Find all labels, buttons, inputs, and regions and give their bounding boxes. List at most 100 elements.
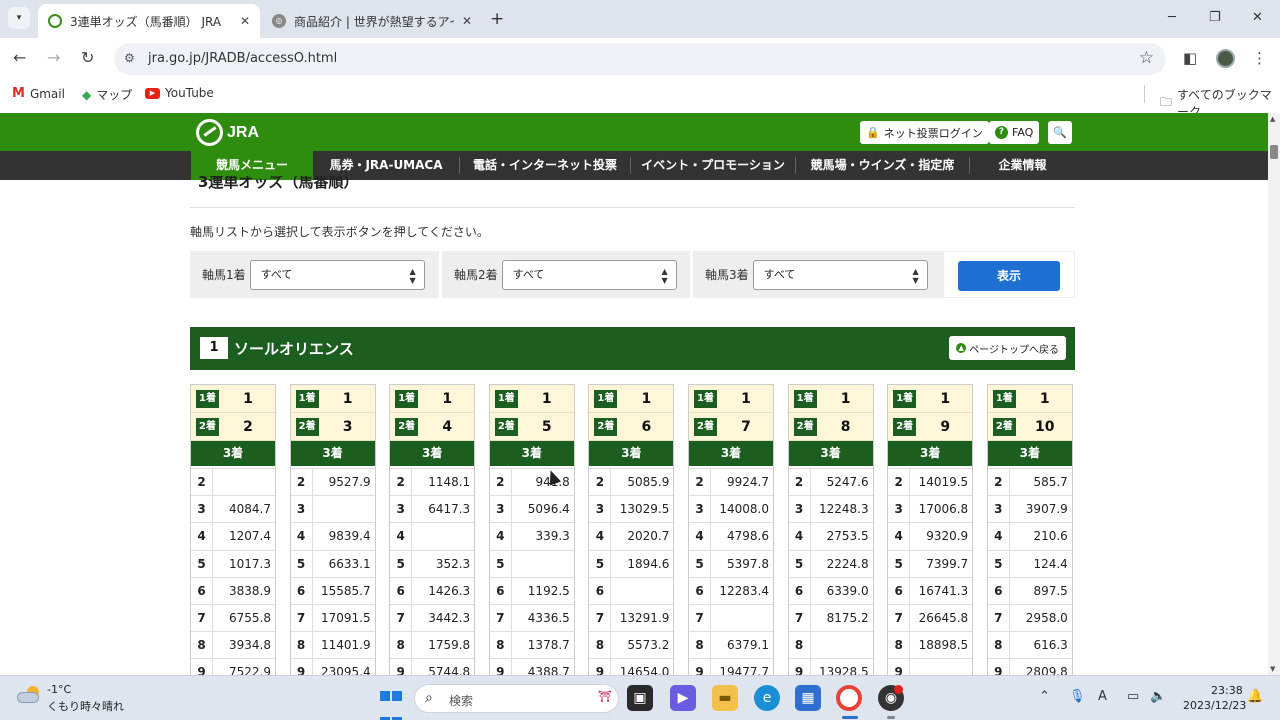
odds-value: 6755.8 xyxy=(229,610,271,625)
close-icon[interactable]: ✕ xyxy=(462,14,472,28)
edge-icon[interactable]: e xyxy=(754,685,780,711)
bookmark-gmail[interactable]: M Gmail xyxy=(12,86,65,101)
site-favicon-icon: ◎ xyxy=(272,14,286,28)
reload-icon[interactable]: ↻ xyxy=(81,48,94,67)
third-place-header: 3着 xyxy=(589,441,674,466)
table-row: 6 12283.4 xyxy=(689,576,773,604)
nav-item-event[interactable]: イベント・プロモーション xyxy=(631,151,795,180)
third-horse-number: 3 xyxy=(291,496,313,523)
table-row: 6 16741.3 xyxy=(888,576,973,604)
odds-table: 1着 1 2着 8 3着 2 5247.6 3 12248.3 4 2753.5 5 2224.8 6 63… xyxy=(787,384,874,675)
store-icon[interactable]: ▦ xyxy=(795,685,821,711)
page-top-button[interactable]: ▲ ページトップへ戻る xyxy=(949,336,1066,360)
teams-icon[interactable]: ▶ xyxy=(670,685,696,711)
scroll-down-icon[interactable]: ▼ xyxy=(1270,665,1275,673)
chevron-up-icon: ▲ xyxy=(956,343,967,353)
clock-time[interactable]: 23:38 xyxy=(1211,684,1243,697)
scrollbar-thumb[interactable] xyxy=(1270,145,1278,159)
restore-icon[interactable]: ❐ xyxy=(1209,10,1221,25)
tab-jra-odds[interactable]: 3連単オッズ（馬番順） JRA ✕ xyxy=(38,4,260,38)
minimize-icon[interactable]: ─ xyxy=(1168,10,1176,25)
tab-product[interactable]: ◎ 商品紹介 | 世界が熱望するアイテ ✕ xyxy=(262,4,482,38)
table-row: 4 2753.5 xyxy=(788,522,873,550)
bookmark-star-icon[interactable]: ☆ xyxy=(1139,48,1154,68)
chrome-icon[interactable] xyxy=(836,685,862,711)
third-horse-number: 2 xyxy=(390,469,413,496)
place-label: 2着 xyxy=(793,418,817,436)
third-horse-number: 8 xyxy=(988,632,1010,659)
scroll-up-icon[interactable]: ▲ xyxy=(1270,115,1275,123)
odds-value: 3838.9 xyxy=(229,583,271,598)
horse-number-cell: 1 xyxy=(840,391,851,407)
page-scrollbar[interactable]: ▲ ▼ xyxy=(1268,113,1280,675)
site-info-icon[interactable]: ⚙ xyxy=(124,51,135,65)
third-place-select[interactable]: すべて ▲ ▼ xyxy=(752,259,928,290)
table-row: 5 2224.8 xyxy=(788,549,873,577)
weather-temp[interactable]: -1°C xyxy=(47,683,71,696)
forward-icon[interactable]: → xyxy=(47,48,60,67)
weather-desc[interactable]: くもり時々晴れ xyxy=(47,698,124,714)
file-explorer-icon[interactable]: ▬ xyxy=(712,685,738,711)
profile-avatar[interactable] xyxy=(1216,49,1235,68)
new-tab-button[interactable]: + xyxy=(490,9,504,29)
clock-date[interactable]: 2023/12/23 xyxy=(1183,699,1246,712)
volume-icon[interactable]: 🔈 xyxy=(1150,689,1166,704)
odds-value: 4798.6 xyxy=(727,529,769,544)
second-place-select[interactable]: すべて ▲ ▼ xyxy=(501,259,677,290)
odds-table: 1着 1 2着 9 3着 2 14019.5 3 17006.8 4 9320.9 5 7399.7 6 1… xyxy=(887,384,974,675)
third-horse-number: 8 xyxy=(789,632,811,659)
microphone-icon[interactable]: 🎙 xyxy=(1069,689,1086,704)
net-vote-login-button[interactable]: 🔒 ネット投票ログイン xyxy=(860,121,989,144)
odds-value xyxy=(711,605,773,631)
table-row: 5 1894.6 xyxy=(589,549,674,577)
odds-value: 9527.9 xyxy=(328,475,371,489)
place-label: 2着 xyxy=(992,418,1016,436)
windows-taskbar: -1°C くもり時々晴れ ⌕ 検索 ⛩ ▣ ▶ ▬ e ▦ ◉ ⌃ 🎙 A ▭ … xyxy=(0,675,1280,720)
table-row: 4 9320.9 xyxy=(888,522,973,550)
odds-value: 15585.7 xyxy=(320,583,371,598)
show-button[interactable]: 表示 xyxy=(958,261,1060,291)
task-view-icon[interactable]: ▣ xyxy=(627,685,653,711)
menu-icon[interactable]: ⋮ xyxy=(1252,49,1267,67)
third-place-header: 3着 xyxy=(987,441,1072,466)
weather-icon[interactable] xyxy=(17,686,41,704)
ime-icon[interactable]: A xyxy=(1098,689,1107,704)
bookmark-label: マップ xyxy=(96,88,133,102)
jra-logo[interactable]: JRA xyxy=(196,119,259,146)
third-place-header: 3着 xyxy=(390,441,475,466)
odds-value: 124.4 xyxy=(1033,556,1068,571)
table-row: 3 xyxy=(290,495,375,523)
bookmark-maps[interactable]: ◆ マップ xyxy=(82,86,132,103)
horse-number: 1 xyxy=(200,337,228,359)
back-icon[interactable]: ← xyxy=(13,48,26,67)
table-row: 9 4388.7 xyxy=(489,658,574,675)
nav-item-racecourse[interactable]: 競馬場・ウインズ・指定席 xyxy=(796,151,969,180)
address-bar[interactable]: ⚙ jra.go.jp/JRADB/accessO.html ☆ xyxy=(114,43,1166,75)
faq-button[interactable]: ? FAQ xyxy=(989,121,1040,144)
chevron-up-icon[interactable]: ⌃ xyxy=(1039,689,1050,704)
odds-value: 4084.7 xyxy=(229,502,271,517)
table-row: 7 xyxy=(689,603,773,632)
third-horse-number: 7 xyxy=(490,604,512,632)
third-horse-number: 3 xyxy=(191,496,213,523)
side-panel-icon[interactable]: ◧ xyxy=(1183,49,1197,67)
taskbar-search[interactable]: ⌕ 検索 ⛩ xyxy=(414,684,619,713)
horse-section-header: 1 ソールオリエンス ▲ ページトップへ戻る xyxy=(190,327,1075,370)
url-text[interactable]: jra.go.jp/JRADB/accessO.html xyxy=(148,51,337,66)
nav-item-company[interactable]: 企業情報 xyxy=(970,151,1075,180)
site-search-button[interactable]: 🔍 xyxy=(1048,121,1072,144)
odds-value: 4388.7 xyxy=(527,665,570,675)
table-row: 9 7522.9 xyxy=(191,658,275,675)
table-row: 7 2958.0 xyxy=(987,603,1072,632)
third-horse-number: 6 xyxy=(789,577,811,604)
tab-search-button[interactable]: ▾ xyxy=(8,7,30,29)
network-icon[interactable]: ▭ xyxy=(1127,689,1139,704)
notification-bell-icon[interactable]: 🔔 xyxy=(1247,689,1263,704)
first-place-select[interactable]: すべて ▲ ▼ xyxy=(249,259,425,290)
start-button[interactable] xyxy=(378,685,404,720)
bookmark-youtube[interactable]: ▶ YouTube xyxy=(145,86,214,100)
nav-item-vote[interactable]: 電話・インターネット投票 xyxy=(460,151,630,180)
table-row: 6 3838.9 xyxy=(191,576,275,604)
close-icon[interactable]: ✕ xyxy=(240,14,250,28)
window-close-icon[interactable]: ✕ xyxy=(1252,10,1263,25)
